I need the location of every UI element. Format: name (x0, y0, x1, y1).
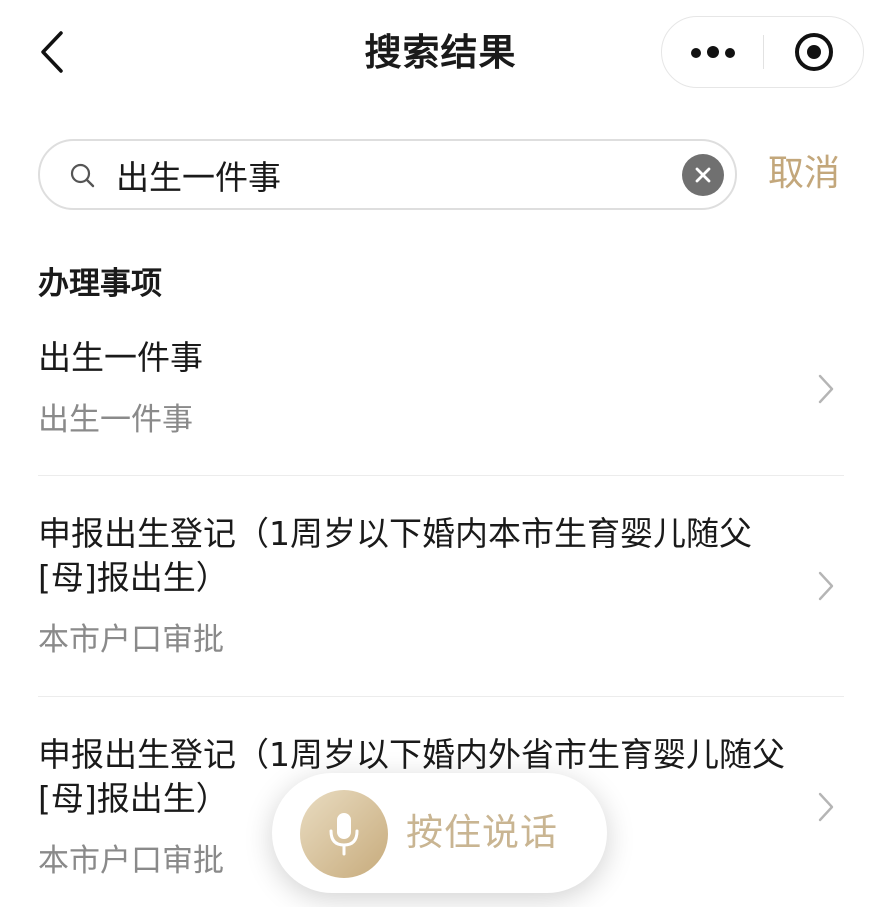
result-category: 本市户口审批 (38, 843, 224, 879)
result-title-line: [母]报出生） (38, 558, 229, 597)
result-item[interactable]: 申报出生登记（1周岁以下婚内本市生育婴儿随父 [母]报出生） 本市户口审批 (38, 512, 844, 672)
chevron-right-icon (818, 374, 834, 404)
more-button[interactable] (662, 17, 763, 87)
hold-to-talk-button[interactable]: 按住说话 (272, 773, 607, 893)
search-icon (70, 163, 95, 188)
result-item[interactable]: 出生一件事 出生一件事 (38, 336, 844, 446)
more-dots-icon (688, 43, 738, 62)
result-title: 申报出生登记（1周岁以下婚内本市生育婴儿随父 [母]报出生） (38, 512, 844, 600)
chevron-right-icon (818, 792, 834, 822)
microphone-icon (300, 790, 388, 878)
result-title-line: 申报出生登记（1周岁以下婚内外省市生育婴儿随父 (38, 735, 785, 774)
hold-to-talk-label: 按住说话 (406, 811, 558, 854)
search-bar (38, 139, 737, 210)
divider (38, 475, 844, 476)
mini-program-capsule (661, 16, 864, 88)
result-title-line: 出生一件事 (38, 338, 203, 377)
divider (38, 696, 844, 697)
chevron-right-icon (818, 571, 834, 601)
search-input[interactable] (116, 151, 676, 199)
result-title: 出生一件事 (38, 336, 844, 380)
cancel-button[interactable]: 取消 (768, 150, 840, 198)
result-category: 出生一件事 (38, 402, 193, 438)
result-category: 本市户口审批 (38, 622, 224, 658)
clear-icon (695, 167, 711, 183)
target-circle-icon (795, 33, 833, 71)
result-title-line: 申报出生登记（1周岁以下婚内本市生育婴儿随父 (38, 514, 752, 553)
clear-search-button[interactable] (682, 154, 724, 196)
close-miniprogram-button[interactable] (764, 17, 864, 87)
section-title: 办理事项 (38, 266, 162, 302)
